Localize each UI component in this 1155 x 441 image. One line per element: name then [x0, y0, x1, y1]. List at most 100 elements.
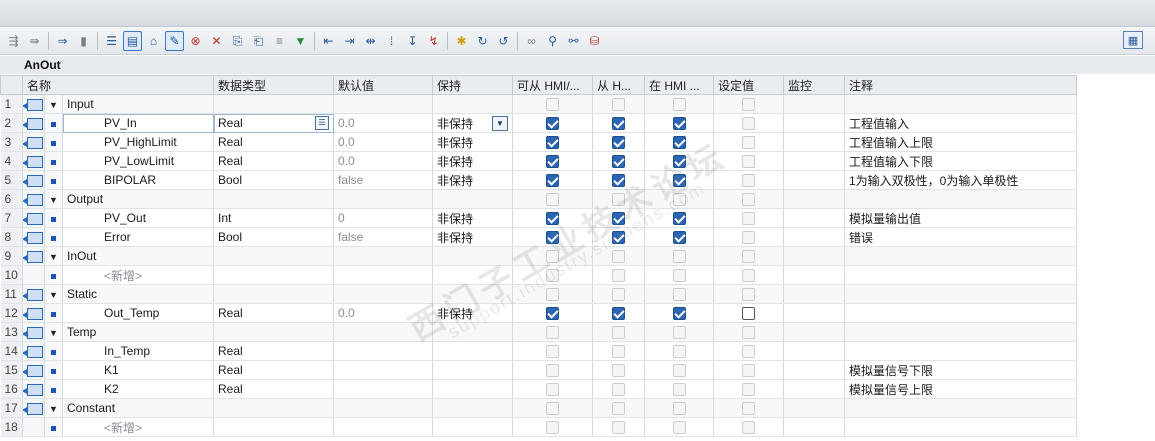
table-row[interactable]: 16 K2 Real 模拟量信号上限 [0, 379, 1077, 399]
setpoint-checkbox[interactable] [742, 326, 755, 340]
hmi-from-checkbox[interactable] [612, 117, 625, 131]
green-arrow-icon[interactable]: ▼ [291, 31, 310, 51]
comment-cell[interactable]: 错误 [844, 227, 1077, 247]
variable-name[interactable]: PV_LowLimit [62, 151, 214, 171]
retain-cell[interactable]: 非保持 ▼ [432, 113, 513, 133]
goggles-icon[interactable]: ∞ [522, 31, 541, 51]
variable-name[interactable]: Error [62, 227, 214, 247]
table-row[interactable]: 6 ▼ Output [0, 189, 1077, 209]
expand-triangle-icon[interactable]: ▼ [44, 246, 63, 266]
variable-name[interactable]: BIPOLAR [62, 170, 214, 190]
comment-cell[interactable] [844, 94, 1077, 114]
default-value-cell[interactable] [333, 398, 433, 418]
align-icon[interactable]: ☰ [102, 31, 121, 51]
setpoint-checkbox[interactable] [742, 117, 755, 131]
comment-cell[interactable] [844, 398, 1077, 418]
comment-cell[interactable] [844, 303, 1077, 323]
variable-name[interactable]: Temp [62, 322, 214, 342]
data-type-cell[interactable]: Real ☰ [213, 113, 334, 133]
sort-icon[interactable]: ↧ [403, 31, 422, 51]
highlight-icon[interactable]: ✎ [165, 30, 184, 51]
hmi-access-checkbox[interactable] [546, 117, 559, 131]
hmi-access-checkbox[interactable] [546, 383, 559, 397]
insert-row-icon[interactable]: ⇶ [4, 31, 23, 51]
comment-cell[interactable]: 模拟量信号上限 [844, 379, 1077, 399]
header-setpoint[interactable]: 设定值 [713, 75, 784, 95]
hmi-in-checkbox[interactable] [672, 155, 686, 169]
header-type[interactable]: 数据类型 [213, 75, 334, 95]
hmi-in-checkbox[interactable] [672, 174, 686, 188]
hmi-in-checkbox[interactable] [672, 231, 686, 245]
default-value-cell[interactable] [333, 379, 433, 399]
retain-cell[interactable]: 非保持 [432, 170, 513, 190]
default-value-cell[interactable] [333, 284, 433, 304]
setpoint-checkbox[interactable] [742, 250, 755, 264]
data-type-cell[interactable] [213, 94, 334, 114]
refresh-icon[interactable]: ↻ [473, 31, 492, 51]
hmi-in-checkbox[interactable] [672, 345, 686, 359]
red-sort-icon[interactable]: ↯ [424, 31, 443, 51]
data-type-cell[interactable] [213, 189, 334, 209]
red-x-icon[interactable]: ✕ [207, 31, 226, 51]
paste-icon[interactable]: ⎗ [249, 31, 268, 51]
table-row[interactable]: 4 PV_LowLimit Real 0.0 非保持 工程值输入下限 [0, 151, 1077, 171]
hmi-from-checkbox[interactable] [612, 136, 625, 150]
default-value-cell[interactable] [333, 189, 433, 209]
hmi-from-checkbox[interactable] [612, 155, 625, 169]
variable-name[interactable]: Input [62, 94, 214, 114]
comment-cell[interactable]: 模拟量输出值 [844, 208, 1077, 228]
table-row[interactable]: 2 PV_In Real ☰ 0.0 非保持 ▼ 工程值输入 [0, 113, 1077, 133]
table-row[interactable]: 11 ▼ Static [0, 284, 1077, 304]
variable-name[interactable]: InOut [62, 246, 214, 266]
retain-cell[interactable]: 非保持 [432, 132, 513, 152]
table-row[interactable]: 14 In_Temp Real [0, 341, 1077, 361]
variable-name[interactable]: Constant [62, 398, 214, 418]
error-icon[interactable]: ⊗ [186, 31, 205, 51]
comment-cell[interactable] [844, 246, 1077, 266]
default-value-cell[interactable]: 0.0 [333, 113, 433, 133]
expand-triangle-icon[interactable]: ▼ [44, 189, 63, 209]
data-type-cell[interactable]: Bool [213, 170, 334, 190]
hmi-from-checkbox[interactable] [612, 212, 625, 226]
hmi-from-checkbox[interactable] [612, 345, 625, 359]
data-type-cell[interactable] [213, 322, 334, 342]
variable-name[interactable]: Static [62, 284, 214, 304]
hmi-access-checkbox[interactable] [546, 269, 559, 283]
comment-cell[interactable] [844, 265, 1077, 285]
hmi-access-checkbox[interactable] [546, 136, 559, 150]
comment-cell[interactable]: 工程值输入下限 [844, 151, 1077, 171]
retain-cell[interactable] [432, 322, 513, 342]
data-type-cell[interactable]: Bool [213, 227, 334, 247]
retain-cell[interactable] [432, 341, 513, 361]
expand-triangle-icon[interactable]: ▼ [44, 322, 63, 342]
retain-cell[interactable] [432, 284, 513, 304]
default-value-cell[interactable] [333, 417, 433, 437]
hmi-access-checkbox[interactable] [546, 212, 559, 226]
data-type-cell[interactable] [213, 265, 334, 285]
refresh2-icon[interactable]: ↺ [494, 31, 513, 51]
variable-name[interactable]: PV_In [62, 113, 214, 133]
hmi-in-checkbox[interactable] [672, 193, 686, 207]
hmi-access-checkbox[interactable] [546, 231, 559, 245]
add-new-placeholder[interactable]: <新增> [62, 417, 214, 437]
add-new-placeholder[interactable]: <新增> [62, 265, 214, 285]
hmi-access-checkbox[interactable] [546, 402, 559, 416]
data-type-cell[interactable] [213, 398, 334, 418]
hmi-in-checkbox[interactable] [672, 136, 686, 150]
setpoint-checkbox[interactable] [742, 155, 755, 169]
table-row[interactable]: 13 ▼ Temp [0, 322, 1077, 342]
data-type-cell[interactable]: Real [213, 379, 334, 399]
variable-name[interactable]: PV_HighLimit [62, 132, 214, 152]
hmi-from-checkbox[interactable] [612, 364, 625, 378]
variable-name[interactable]: K2 [62, 379, 214, 399]
comment-cell[interactable] [844, 341, 1077, 361]
setpoint-checkbox[interactable] [742, 364, 755, 378]
hmi-access-checkbox[interactable] [546, 307, 559, 321]
list-icon[interactable]: ≡ [270, 31, 289, 51]
hmi-in-checkbox[interactable] [672, 269, 686, 283]
setpoint-checkbox[interactable] [742, 231, 755, 245]
expand-icon[interactable]: ⇒ [53, 31, 72, 51]
table-row[interactable]: 17 ▼ Constant [0, 398, 1077, 418]
retain-cell[interactable] [432, 246, 513, 266]
grid-icon[interactable]: ⁞ [382, 31, 401, 51]
